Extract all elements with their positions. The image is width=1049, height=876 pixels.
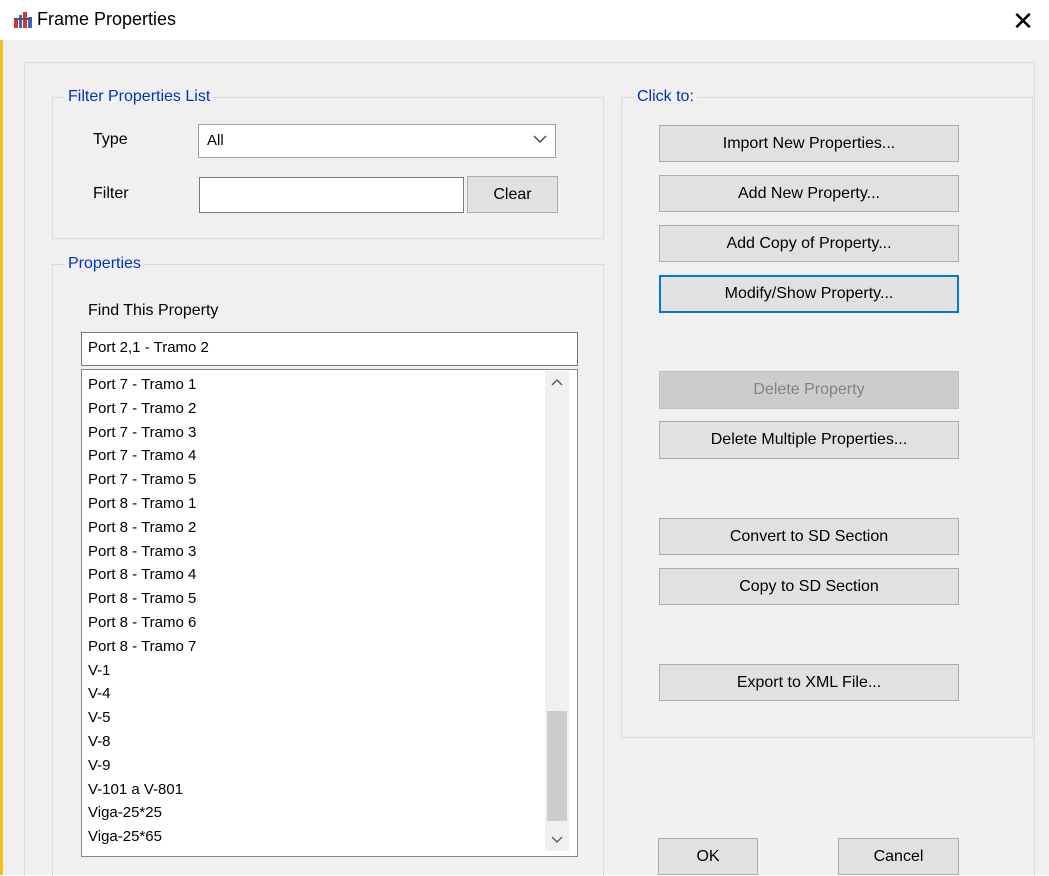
window-title: Frame Properties [37, 9, 177, 29]
list-item[interactable]: V-1 [88, 659, 196, 683]
import-new-properties-button[interactable]: Import New Properties... [659, 125, 959, 162]
list-item[interactable]: Viga-25*25 [88, 801, 196, 825]
list-item[interactable]: V-4 [88, 682, 196, 706]
find-property-label: Find This Property [88, 302, 219, 319]
filter-label: Filter [93, 185, 129, 202]
list-item[interactable]: Port 8 - Tramo 6 [88, 611, 196, 635]
list-item[interactable]: V-8 [88, 730, 196, 754]
chevron-down-icon [551, 836, 563, 844]
type-label: Type [93, 131, 128, 148]
delete-multiple-properties-button[interactable]: Delete Multiple Properties... [659, 421, 959, 459]
delete-property-button[interactable]: Delete Property [659, 371, 959, 409]
list-item[interactable]: V-101 a V-801 [88, 778, 196, 802]
list-item[interactable]: V-9 [88, 754, 196, 778]
filter-input[interactable] [199, 177, 464, 213]
close-button[interactable]: ✕ [1000, 4, 1046, 38]
list-item[interactable]: Viga-25*65 [88, 825, 196, 849]
list-item[interactable]: Port 8 - Tramo 1 [88, 492, 196, 516]
copy-to-sd-section-button[interactable]: Copy to SD Section [659, 568, 959, 605]
list-item[interactable]: Port 8 - Tramo 3 [88, 540, 196, 564]
scroll-thumb[interactable] [547, 711, 567, 821]
list-item[interactable]: Port 7 - Tramo 5 [88, 468, 196, 492]
click-to-legend: Click to: [634, 87, 697, 107]
list-item[interactable]: Port 8 - Tramo 5 [88, 587, 196, 611]
list-item[interactable]: Port 7 - Tramo 4 [88, 444, 196, 468]
chevron-up-icon [551, 378, 563, 386]
list-item[interactable]: Port 8 - Tramo 2 [88, 516, 196, 540]
export-to-xml-file-button[interactable]: Export to XML File... [659, 664, 959, 701]
filter-properties-legend: Filter Properties List [65, 87, 214, 107]
chevron-down-icon [533, 135, 547, 143]
frame-app-icon [14, 12, 32, 28]
convert-to-sd-section-button[interactable]: Convert to SD Section [659, 518, 959, 555]
properties-listbox[interactable]: Port 7 - Tramo 1 Port 7 - Tramo 2 Port 7… [81, 369, 578, 857]
add-new-property-button[interactable]: Add New Property... [659, 175, 959, 212]
find-property-input[interactable]: Port 2,1 - Tramo 2 [81, 332, 578, 366]
scroll-down-button[interactable] [545, 829, 569, 851]
type-select[interactable]: All [198, 124, 556, 158]
title-bar: Frame Properties ✕ [0, 0, 1049, 40]
scroll-up-button[interactable] [545, 371, 569, 393]
vertical-scrollbar[interactable] [545, 371, 569, 851]
properties-legend: Properties [65, 254, 144, 274]
type-select-value: All [207, 132, 224, 149]
cancel-button[interactable]: Cancel [838, 838, 959, 875]
list-item[interactable]: Port 7 - Tramo 3 [88, 421, 196, 445]
close-icon: ✕ [1012, 5, 1034, 36]
modify-show-property-button[interactable]: Modify/Show Property... [659, 275, 959, 313]
list-item[interactable]: Port 8 - Tramo 4 [88, 563, 196, 587]
ok-button[interactable]: OK [658, 838, 758, 875]
clear-button[interactable]: Clear [467, 176, 558, 213]
list-item[interactable]: Port 7 - Tramo 1 [88, 373, 196, 397]
filter-properties-group: Filter Properties List [52, 87, 604, 239]
add-copy-of-property-button[interactable]: Add Copy of Property... [659, 225, 959, 262]
list-item[interactable]: Port 7 - Tramo 2 [88, 397, 196, 421]
list-item[interactable]: Port 8 - Tramo 7 [88, 635, 196, 659]
list-item[interactable]: V-5 [88, 706, 196, 730]
